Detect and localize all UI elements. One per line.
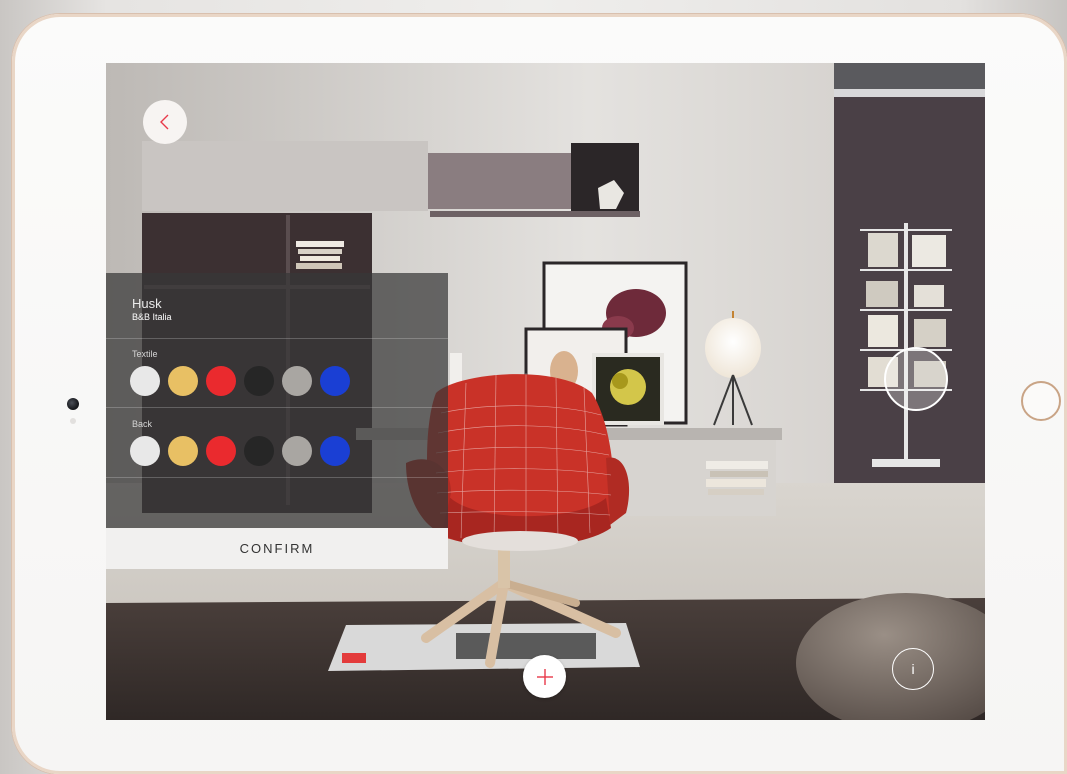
back-label: Back xyxy=(132,419,153,429)
product-brand: B&B Italia xyxy=(132,312,172,322)
textile-swatches xyxy=(130,366,350,396)
textile-swatch-white[interactable] xyxy=(130,366,160,396)
back-button[interactable] xyxy=(143,100,187,144)
divider xyxy=(106,477,448,478)
textile-swatch-blue[interactable] xyxy=(320,366,350,396)
back-swatch-black[interactable] xyxy=(244,436,274,466)
add-button[interactable] xyxy=(523,655,566,698)
info-icon: i xyxy=(911,661,915,677)
textile-swatch-red[interactable] xyxy=(206,366,236,396)
customize-panel: Husk B&B Italia Textile Back xyxy=(106,273,448,569)
textile-swatch-yellow[interactable] xyxy=(168,366,198,396)
textile-swatch-gray[interactable] xyxy=(282,366,312,396)
divider xyxy=(106,407,448,408)
back-swatch-red[interactable] xyxy=(206,436,236,466)
capture-button[interactable] xyxy=(884,347,948,411)
home-button[interactable] xyxy=(1021,381,1061,421)
back-swatches xyxy=(130,436,350,466)
back-swatch-yellow[interactable] xyxy=(168,436,198,466)
back-swatch-white[interactable] xyxy=(130,436,160,466)
back-swatch-gray[interactable] xyxy=(282,436,312,466)
confirm-button[interactable]: CONFIRM xyxy=(106,528,448,569)
ar-viewport[interactable]: Husk B&B Italia Textile Back CONFIRM i xyxy=(106,63,985,720)
front-camera-icon xyxy=(67,398,79,410)
plus-icon xyxy=(536,668,553,685)
textile-swatch-black[interactable] xyxy=(244,366,274,396)
textile-label: Textile xyxy=(132,349,158,359)
chevron-left-icon xyxy=(160,114,169,130)
back-swatch-blue[interactable] xyxy=(320,436,350,466)
sensor-dot xyxy=(70,418,76,424)
info-button[interactable]: i xyxy=(892,648,934,690)
product-name: Husk xyxy=(132,296,162,311)
divider xyxy=(106,338,448,339)
